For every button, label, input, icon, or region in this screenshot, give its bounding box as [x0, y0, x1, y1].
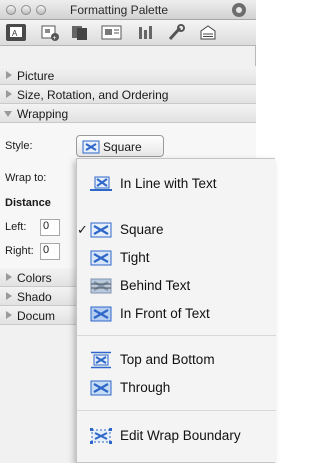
document-icon[interactable] — [198, 24, 218, 41]
menu-item-tight[interactable]: Tight — [77, 246, 276, 270]
gear-icon[interactable] — [232, 3, 246, 17]
in-front-of-text-icon — [89, 305, 113, 326]
menu-item-label: Tight — [120, 250, 150, 265]
menu-item-edit-wrap-boundary[interactable]: Edit Wrap Boundary — [77, 424, 276, 448]
minimize-window-button[interactable] — [21, 5, 31, 15]
text-box-icon[interactable]: A — [6, 24, 26, 41]
palette-toolbar: A + — [0, 20, 256, 46]
behind-text-icon — [89, 277, 113, 298]
section-label: Docum — [17, 309, 56, 323]
square-wrap-icon — [82, 140, 100, 157]
menu-separator — [77, 335, 276, 336]
menu-item-label: In Front of Text — [120, 306, 210, 321]
menu-separator — [77, 410, 276, 411]
section-wrapping[interactable]: Wrapping — [0, 104, 256, 123]
section-label: Colors — [17, 271, 52, 285]
chart-icon[interactable] — [136, 24, 156, 41]
picture-icon[interactable] — [101, 24, 122, 41]
window-title: Formatting Palette — [70, 3, 169, 17]
right-distance-field[interactable]: 0 — [40, 243, 60, 260]
wrap-style-popup-button[interactable]: Square — [76, 135, 164, 157]
menu-item-label: Through — [120, 380, 171, 395]
section-size-rotation-ordering[interactable]: Size, Rotation, and Ordering — [0, 85, 256, 104]
wrap-style-menu: In Line with Text ✓ Square Tight Behind … — [76, 158, 276, 463]
distance-label: Distance — [5, 197, 51, 209]
close-window-button[interactable] — [6, 5, 16, 15]
in-line-with-text-icon — [89, 175, 113, 196]
svg-text:+: + — [53, 35, 57, 41]
wrap-style-value: Square — [103, 140, 142, 154]
left-distance-field[interactable]: 0 — [40, 219, 60, 236]
disclosure-triangle-open-icon — [4, 111, 12, 117]
square-wrap-icon — [89, 221, 113, 242]
top-and-bottom-icon — [89, 351, 113, 372]
menu-item-label: Behind Text — [120, 278, 191, 293]
through-wrap-icon — [89, 379, 113, 400]
zoom-window-button[interactable] — [36, 5, 46, 15]
menu-item-through[interactable]: Through — [77, 376, 276, 400]
section-label: Shado — [17, 290, 52, 304]
menu-item-in-line-with-text[interactable]: In Line with Text — [77, 172, 276, 196]
wrap-to-label: Wrap to: — [5, 172, 47, 184]
menu-item-top-and-bottom[interactable]: Top and Bottom — [77, 348, 276, 372]
menu-item-label: In Line with Text — [120, 176, 217, 191]
section-label: Size, Rotation, and Ordering — [17, 88, 169, 102]
menu-item-label: Top and Bottom — [120, 352, 215, 367]
svg-text:A: A — [12, 29, 18, 38]
section-picture[interactable]: Picture — [0, 66, 256, 85]
checkmark-icon: ✓ — [77, 222, 88, 237]
tight-wrap-icon — [89, 249, 113, 270]
menu-item-square[interactable]: ✓ Square — [77, 218, 276, 242]
disclosure-triangle-icon — [6, 90, 12, 98]
disclosure-triangle-icon — [6, 273, 12, 281]
menu-item-label: Edit Wrap Boundary — [120, 428, 241, 443]
disclosure-triangle-icon — [6, 71, 12, 79]
insert-object-icon[interactable]: + — [40, 24, 60, 41]
menu-item-label: Square — [120, 222, 164, 237]
disclosure-triangle-icon — [6, 292, 12, 300]
menu-item-in-front-of-text[interactable]: In Front of Text — [77, 302, 276, 326]
disclosure-triangle-icon — [6, 311, 12, 319]
tools-icon[interactable] — [166, 24, 186, 41]
edit-wrap-boundary-icon — [89, 427, 113, 448]
section-label: Picture — [17, 69, 55, 83]
left-label: Left: — [5, 221, 27, 233]
menu-item-behind-text[interactable]: Behind Text — [77, 274, 276, 298]
title-bar[interactable]: Formatting Palette — [0, 0, 256, 20]
section-label: Wrapping — [17, 107, 69, 121]
copy-icon[interactable] — [70, 24, 90, 41]
right-label: Right: — [5, 245, 34, 257]
style-label: Style: — [5, 140, 33, 152]
